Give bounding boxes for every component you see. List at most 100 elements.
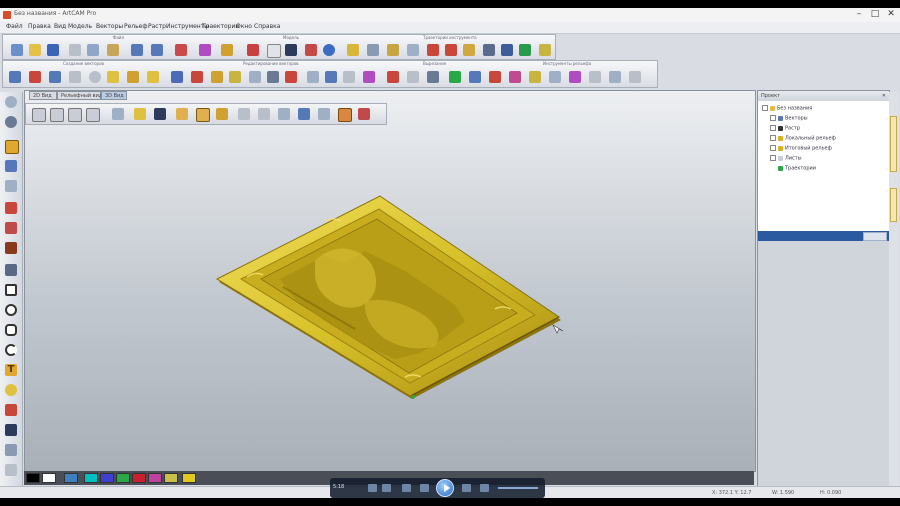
swatch-indigo[interactable] <box>100 473 114 483</box>
eraser-icon[interactable] <box>199 44 211 56</box>
fill-icon[interactable] <box>5 242 17 254</box>
swatch-cyan[interactable] <box>84 473 98 483</box>
tree-item-raster[interactable]: Растр <box>770 125 800 133</box>
menu-help[interactable]: Справка <box>254 23 280 30</box>
swatch-red[interactable] <box>132 473 146 483</box>
pan-icon[interactable] <box>367 44 379 56</box>
knife-tool-icon[interactable] <box>5 404 17 416</box>
relief-model[interactable] <box>215 195 564 399</box>
vector-align-icon[interactable] <box>307 71 319 83</box>
scissors-icon[interactable] <box>5 424 17 436</box>
paste-icon[interactable] <box>107 44 119 56</box>
cut-icon[interactable] <box>69 44 81 56</box>
toolpath-simulate-icon[interactable] <box>483 44 495 56</box>
player-mute-button[interactable] <box>480 484 489 492</box>
star-tool-icon[interactable] <box>107 71 119 83</box>
vector-weld-icon[interactable] <box>249 71 261 83</box>
relief-texture-icon[interactable] <box>569 71 581 83</box>
menu-model[interactable]: Модель <box>68 23 92 30</box>
select-arrow-icon[interactable] <box>5 140 19 154</box>
open-file-icon[interactable] <box>29 44 41 56</box>
vector-fillet-icon[interactable] <box>229 71 241 83</box>
rectangle-icon[interactable] <box>5 284 17 296</box>
project-panel-splitter[interactable] <box>758 231 889 241</box>
copy-icon[interactable] <box>87 44 99 56</box>
player-next-button[interactable] <box>462 484 471 492</box>
vector-rotate-icon[interactable] <box>343 71 355 83</box>
toolpath-group-icon[interactable] <box>501 44 513 56</box>
player-prev-button[interactable] <box>420 484 429 492</box>
tree-item-local-relief[interactable]: Локальный рельеф <box>770 135 836 143</box>
relief-smooth-icon[interactable] <box>489 71 501 83</box>
view-zoom-icon[interactable] <box>5 96 17 108</box>
snap-icon[interactable] <box>5 180 17 192</box>
toolpath-vcarve-icon[interactable] <box>445 44 457 56</box>
menu-view[interactable]: Вид <box>54 23 66 30</box>
close-button[interactable]: ✕ <box>884 9 898 20</box>
transform-icon[interactable] <box>49 71 61 83</box>
menu-raster[interactable]: Растр <box>148 23 166 30</box>
zoom-icon[interactable] <box>347 44 359 56</box>
swatch-yellow[interactable] <box>182 473 196 483</box>
toolpath-profile-icon[interactable] <box>387 44 399 56</box>
vector-offset-icon[interactable] <box>171 71 183 83</box>
view-rotate-icon[interactable] <box>5 116 17 128</box>
vector-intersect-icon[interactable] <box>285 71 297 83</box>
arc-tool-icon[interactable] <box>147 71 159 83</box>
text-icon[interactable]: T <box>5 364 17 376</box>
panel-options-button[interactable] <box>863 232 887 241</box>
menu-relief[interactable]: Рельеф <box>124 23 148 30</box>
node-select-icon[interactable] <box>5 160 17 172</box>
tree-item-vectors[interactable]: Векторы <box>770 115 808 123</box>
toolpath-machine-icon[interactable] <box>463 44 475 56</box>
cut-vector-icon[interactable] <box>387 71 399 83</box>
toolpath-pocket-icon[interactable] <box>407 44 419 56</box>
swatch-green[interactable] <box>116 473 130 483</box>
text-tool-icon[interactable] <box>127 71 139 83</box>
toolpath-save-icon[interactable] <box>519 44 531 56</box>
relief-clear-icon[interactable] <box>629 71 641 83</box>
vector-join-icon[interactable] <box>211 71 223 83</box>
project-panel-close-button[interactable]: ✕ <box>882 93 886 99</box>
relief-fade-icon[interactable] <box>529 71 541 83</box>
bitmap-icon[interactable] <box>247 44 259 56</box>
arc-icon[interactable] <box>5 344 17 356</box>
freehand-icon[interactable] <box>5 202 17 214</box>
toolpath-drill-icon[interactable] <box>427 44 439 56</box>
side-tab-library[interactable] <box>890 188 897 222</box>
menu-edit[interactable]: Правка <box>28 23 51 30</box>
dimension-icon[interactable] <box>267 44 281 58</box>
pencil-icon[interactable] <box>175 44 187 56</box>
vector-subtract-icon[interactable] <box>267 71 279 83</box>
undo-icon[interactable] <box>131 44 143 56</box>
tree-item-root[interactable]: Без названия <box>762 105 812 113</box>
polygon-icon[interactable] <box>5 324 17 336</box>
eraser-tool-icon[interactable] <box>5 464 17 476</box>
green-relief-icon[interactable] <box>449 71 461 83</box>
3d-viewport[interactable]: 2D Вид Рельефный вид 3D Вид <box>24 90 756 472</box>
measure-icon[interactable] <box>5 444 17 456</box>
swatch-magenta[interactable] <box>148 473 162 483</box>
save-icon[interactable] <box>47 44 59 56</box>
player-repeat-button[interactable] <box>382 484 391 492</box>
player-volume-slider[interactable] <box>498 487 538 489</box>
minimize-button[interactable]: – <box>852 9 866 20</box>
select-vector-icon[interactable] <box>9 71 21 83</box>
relief-scale-icon[interactable] <box>549 71 561 83</box>
menu-window[interactable]: Окно <box>236 23 252 30</box>
knife-icon[interactable] <box>427 71 439 83</box>
vector-mirror-icon[interactable] <box>325 71 337 83</box>
swatch-white[interactable] <box>42 473 56 483</box>
player-stop-button[interactable] <box>402 484 411 492</box>
relief-shape-icon[interactable] <box>285 44 297 56</box>
ellipse-icon[interactable] <box>5 304 17 316</box>
menu-vectors[interactable]: Векторы <box>96 23 123 30</box>
new-file-icon[interactable] <box>11 44 23 56</box>
node-edit-icon[interactable] <box>29 71 41 83</box>
menu-toolpaths[interactable]: Траектории <box>202 23 239 30</box>
player-shuffle-button[interactable] <box>368 484 377 492</box>
bulb-icon[interactable] <box>5 384 17 396</box>
sphere-icon[interactable] <box>323 44 335 56</box>
relief-combine-icon[interactable] <box>469 71 481 83</box>
maximize-button[interactable]: □ <box>868 9 882 20</box>
